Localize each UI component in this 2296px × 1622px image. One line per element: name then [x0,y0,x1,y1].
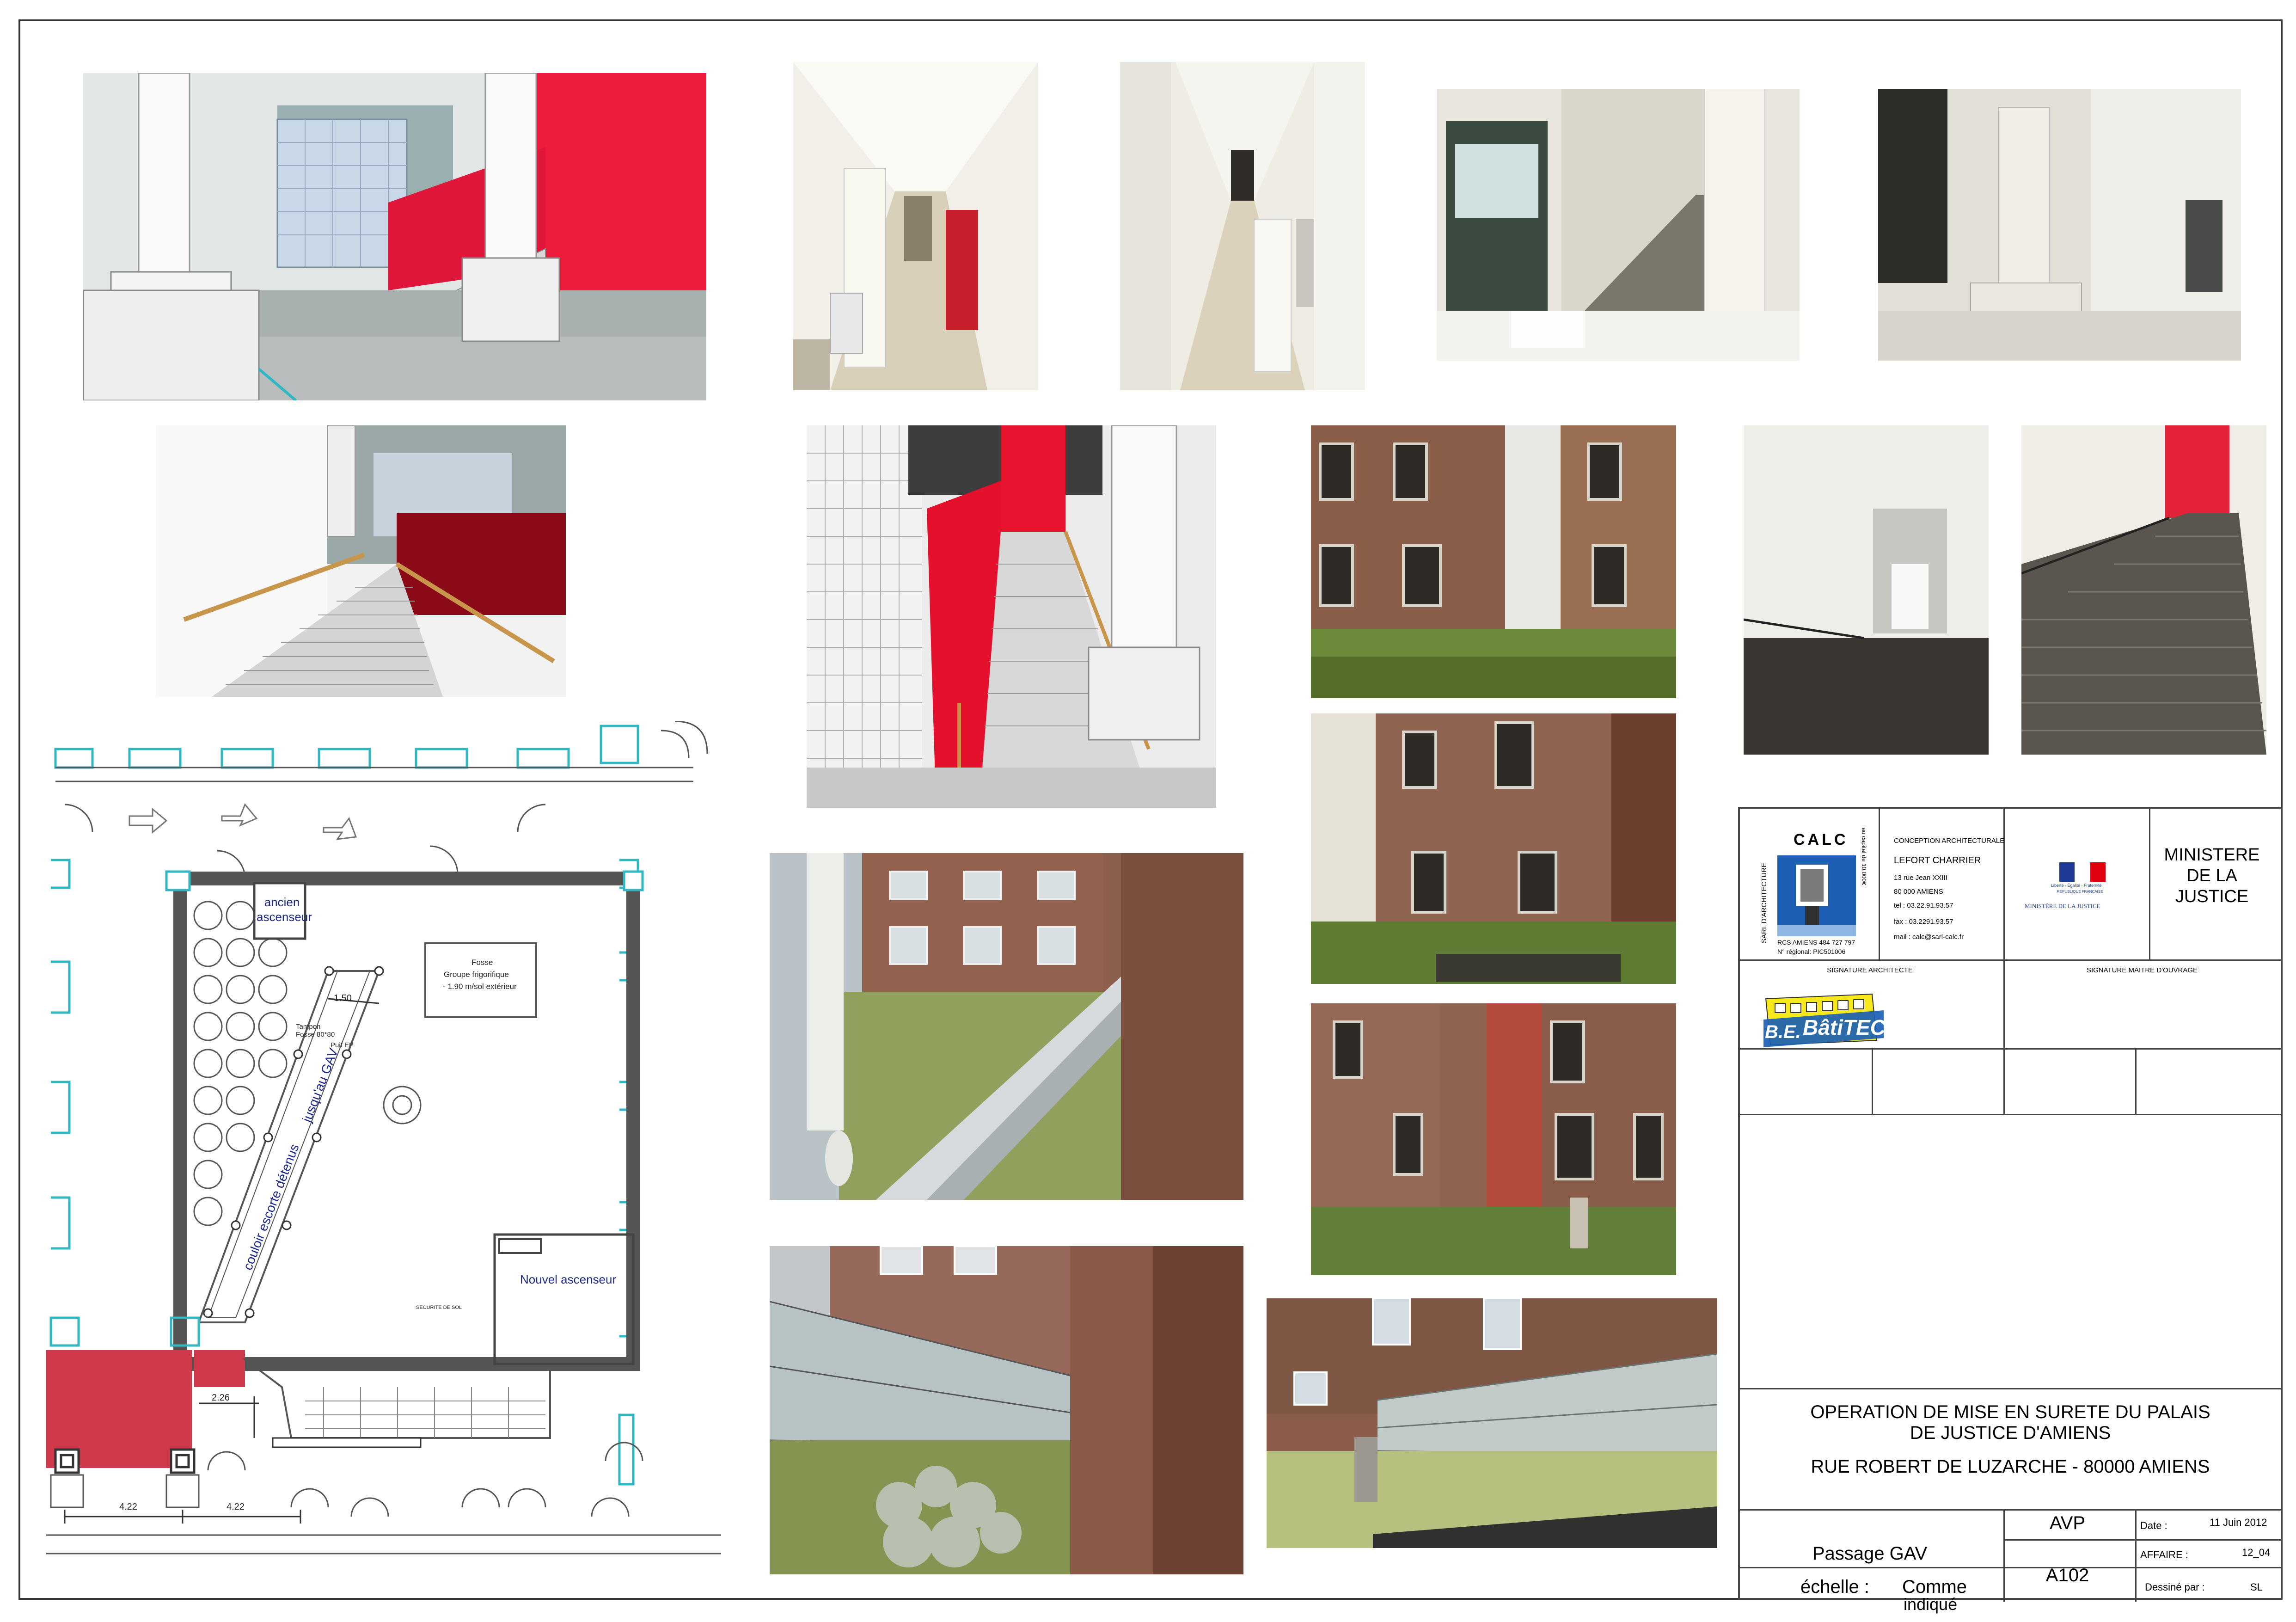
affaire-value: 12_04 [2242,1547,2271,1558]
photo-corridor-left [793,62,1038,390]
photo-courtyard-1 [1311,425,1676,698]
render-stair-red-wall [807,425,1216,808]
ministere-logo-sub: RÉPUBLIQUE FRANÇAISE [2057,890,2103,894]
plan-label-tampon: Tampon Fosse 80*80 [296,1023,335,1038]
operation-title-1: OPERATION DE MISE EN SURETE DU PALAIS [1810,1402,2210,1422]
scale-value-2: indiqué [1904,1595,1958,1614]
conception-address-1: 13 rue Jean XXIII [1894,874,1947,882]
render-hall-columns [83,73,706,400]
conception-heading: CONCEPTION ARCHITECTURALE [1894,837,2005,845]
ministere-title-2: DE LA [2186,866,2237,885]
calc-name: CALC [1794,831,1849,848]
signature-maitre-label: SIGNATURE MAITRE D'OUVRAGE [2086,966,2198,974]
floor-plan [46,721,721,1581]
dessine-value: SL [2250,1581,2263,1593]
photo-stair-lower [1744,425,1989,755]
plan-label-fosse-2: Groupe frigorifique [444,970,509,979]
render-stair-handrail [156,425,566,697]
drawing-title: Passage GAV [1812,1543,1928,1564]
photo-courtyard-2 [1311,713,1676,984]
plan-label-dim-150: 1.50 [334,993,352,1003]
render-courtyard-glass-walkway [1267,1298,1717,1548]
conception-fax: fax : 03.2291.93.57 [1894,918,1953,926]
plan-label-fosse-1: Fosse [471,958,493,967]
calc-rcs: RCS AMIENS 484 727 797 [1777,939,1855,946]
date-label: Date : [2140,1520,2167,1531]
plan-label-puit: Puit EP [331,1041,354,1049]
batitech-prefix: B.E. [1765,1022,1801,1042]
plan-label-dim-422-a: 4.22 [119,1502,137,1512]
ministere-title-1: MINISTERE [2164,845,2260,865]
plan-label-ancien-ascenseur: ancien ascenseur [257,895,312,924]
photo-corridor-long [1120,62,1365,390]
photo-entrance-stair [1437,89,1800,361]
calc-vertical-text: SARL D'ARCHITECTURE [1760,863,1768,943]
sheet-number: A102 [2045,1565,2089,1585]
conception-tel: tel : 03.22.91.93.57 [1894,902,1953,909]
conception-address-2: 80 000 AMIENS [1894,888,1943,896]
signature-architecte-label: SIGNATURE ARCHITECTE [1827,966,1913,974]
ministere-logo-name: MINISTÈRE DE LA JUSTICE [2025,903,2100,909]
ministere-logo-text: Liberté · Égalité · Fraternité [2051,883,2102,888]
calc-capital-text: au capital de 10.000€ [1861,828,1867,885]
render-walkway-bushes [770,1246,1243,1574]
affaire-label: AFFAIRE : [2140,1549,2188,1561]
ministere-title-3: JUSTICE [2175,887,2249,906]
photo-courtyard-3 [1311,1003,1676,1275]
calc-regional: N° régional: PIC501006 [1777,948,1846,955]
plan-label-sas: SECURITE DE SOL [416,1305,462,1310]
conception-name: LEFORT CHARRIER [1894,855,1981,866]
conception-mail: mail : calc@sarl-calc.fr [1894,933,1964,941]
calc-logo [1777,855,1856,936]
phase-label: AVP [2049,1513,2086,1533]
operation-title-2: DE JUSTICE D'AMIENS [1910,1423,2111,1443]
render-courtyard-walkway [770,853,1243,1200]
photo-stair-upper [2021,425,2266,755]
batitech-name: BâtiTECH [1803,1015,1901,1039]
operation-address: RUE ROBERT DE LUZARCHE - 80000 AMIENS [1811,1456,2210,1477]
plan-label-nouvel-ascenseur: Nouvel ascenseur [520,1272,617,1286]
dessine-label: Dessiné par : [2145,1581,2205,1593]
scale-label: échelle : [1800,1577,1869,1597]
plan-label-dim-422-b: 4.22 [227,1502,245,1512]
plan-label-dim-226: 2.26 [212,1393,230,1403]
marianne-logo [2059,862,2106,882]
plan-label-fosse-3: - 1.90 m/sol extérieur [443,982,517,991]
photo-hall-columns [1878,89,2241,361]
date-value: 11 Juin 2012 [2210,1517,2267,1528]
